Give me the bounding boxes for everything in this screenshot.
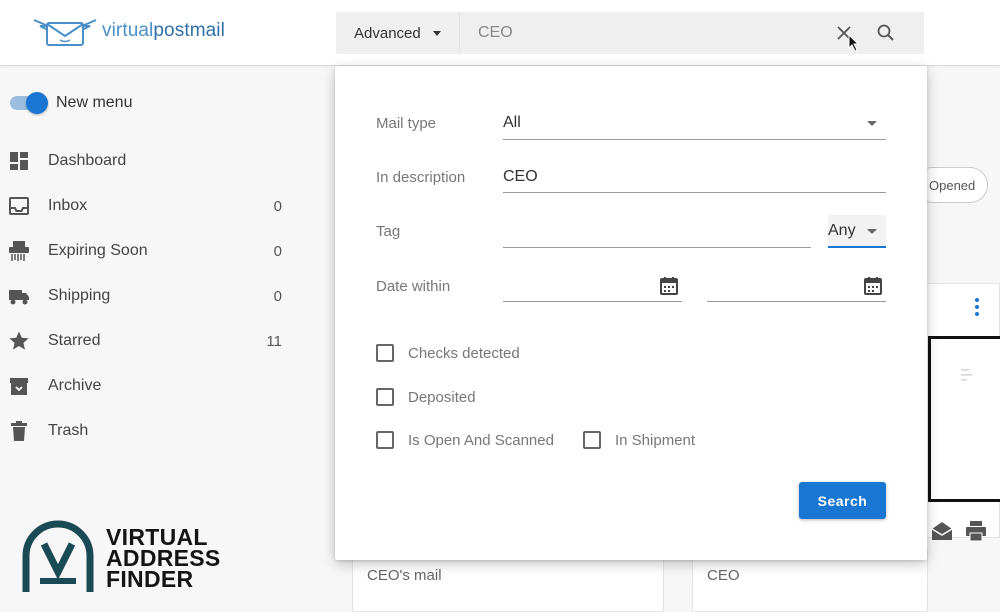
sidebar-item-expiring-soon[interactable]: Expiring Soon 0: [8, 233, 286, 269]
winged-envelope-icon: [33, 19, 97, 46]
calendar-icon[interactable]: [659, 276, 679, 296]
mail-scan-thumbnail[interactable]: ═══ ════ ══: [928, 336, 1000, 502]
virtual-address-finder-watermark: VIRTUAL ADDRESS FINDER: [20, 520, 221, 596]
search-input[interactable]: [462, 12, 822, 54]
mail-card-title: CEO: [707, 567, 740, 584]
tag-input[interactable]: [503, 221, 809, 245]
checkbox-label: Checks detected: [408, 344, 520, 362]
sidebar-item-shipping[interactable]: Shipping 0: [8, 278, 286, 314]
caret-down-icon: [867, 121, 877, 126]
advanced-search-panel: Mail type All In description CEO Tag Any…: [335, 66, 927, 560]
top-bar: virtualpostmail Advanced: [0, 0, 1000, 66]
calendar-icon[interactable]: [863, 276, 883, 296]
in-shipment-checkbox[interactable]: In Shipment: [583, 431, 695, 449]
mail-card-title: CEO's mail: [367, 567, 442, 584]
new-menu-toggle[interactable]: [10, 92, 48, 114]
divider: [503, 247, 811, 248]
caret-down-icon: [867, 229, 877, 234]
trash-icon: [11, 421, 27, 441]
deposited-checkbox[interactable]: Deposited: [376, 388, 476, 406]
search-icon[interactable]: [876, 23, 896, 43]
checkbox-label: Deposited: [408, 388, 476, 406]
divider: [503, 301, 682, 302]
sidebar-item-archive[interactable]: Archive: [8, 368, 286, 404]
mail-type-value: All: [503, 114, 521, 131]
sidebar-item-dashboard[interactable]: Dashboard: [8, 143, 286, 179]
dashboard-icon: [10, 152, 28, 170]
sidebar-item-label: Trash: [48, 422, 89, 439]
vaf-wordmark: VIRTUAL ADDRESS FINDER: [106, 523, 221, 592]
sidebar-item-label: Inbox: [48, 197, 88, 214]
sidebar-item-label: Archive: [48, 377, 102, 394]
date-within-label: Date within: [376, 278, 451, 295]
checkbox-box[interactable]: [376, 344, 394, 362]
advanced-search-dropdown[interactable]: Advanced: [336, 12, 460, 54]
description-label: In description: [376, 169, 466, 186]
inbox-icon: [9, 197, 29, 215]
checkbox-box[interactable]: [583, 431, 601, 449]
shredder-icon: [9, 241, 29, 261]
caret-down-icon: [433, 31, 441, 36]
description-input[interactable]: CEO: [503, 168, 538, 186]
print-icon[interactable]: [964, 520, 988, 542]
date-to-input[interactable]: [707, 276, 857, 300]
star-icon: [9, 331, 29, 350]
sidebar-item-count: 11: [266, 332, 282, 350]
sidebar-item-inbox[interactable]: Inbox 0: [8, 188, 286, 224]
divider: [503, 139, 886, 140]
checkbox-label: In Shipment: [615, 431, 696, 449]
open-envelope-icon[interactable]: [930, 520, 954, 542]
mouse-cursor-icon: [848, 34, 860, 52]
tag-label: Tag: [376, 223, 401, 240]
open-and-scanned-checkbox[interactable]: Is Open And Scanned: [376, 431, 554, 449]
checkbox-label: Is Open And Scanned: [408, 431, 554, 449]
sidebar-item-label: Shipping: [48, 287, 111, 304]
date-from-input[interactable]: [503, 276, 653, 300]
sidebar-item-label: Starred: [48, 332, 101, 349]
logo-text: virtualpostmail: [102, 20, 225, 41]
tag-match-select[interactable]: Any: [828, 215, 886, 248]
vaf-logo-icon: [22, 520, 94, 592]
sidebar-item-count: 0: [273, 197, 282, 215]
tag-match-value: Any: [828, 222, 856, 239]
sidebar-item-label: Expiring Soon: [48, 242, 148, 259]
new-menu-label: New menu: [56, 94, 133, 111]
sidebar-item-starred[interactable]: Starred 11: [8, 323, 286, 359]
advanced-label: Advanced: [354, 24, 421, 42]
sidebar-item-trash[interactable]: Trash: [8, 413, 286, 449]
search-button[interactable]: Search: [799, 482, 886, 519]
mail-type-select[interactable]: All: [503, 106, 886, 140]
sidebar-item-count: 0: [273, 287, 282, 305]
search-bar: Advanced: [336, 12, 924, 54]
divider: [503, 192, 886, 193]
mail-type-label: Mail type: [376, 115, 437, 132]
divider: [707, 301, 886, 302]
more-vert-icon[interactable]: [972, 296, 982, 318]
archive-icon: [10, 378, 28, 395]
checks-detected-checkbox[interactable]: Checks detected: [376, 344, 520, 362]
sidebar-item-label: Dashboard: [48, 152, 127, 169]
sidebar-item-count: 0: [273, 242, 282, 260]
checkbox-box[interactable]: [376, 431, 394, 449]
truck-icon: [9, 290, 29, 305]
new-menu-toggle-row[interactable]: New menu: [10, 92, 133, 114]
logo[interactable]: virtualpostmail: [32, 14, 225, 48]
checkbox-box[interactable]: [376, 388, 394, 406]
